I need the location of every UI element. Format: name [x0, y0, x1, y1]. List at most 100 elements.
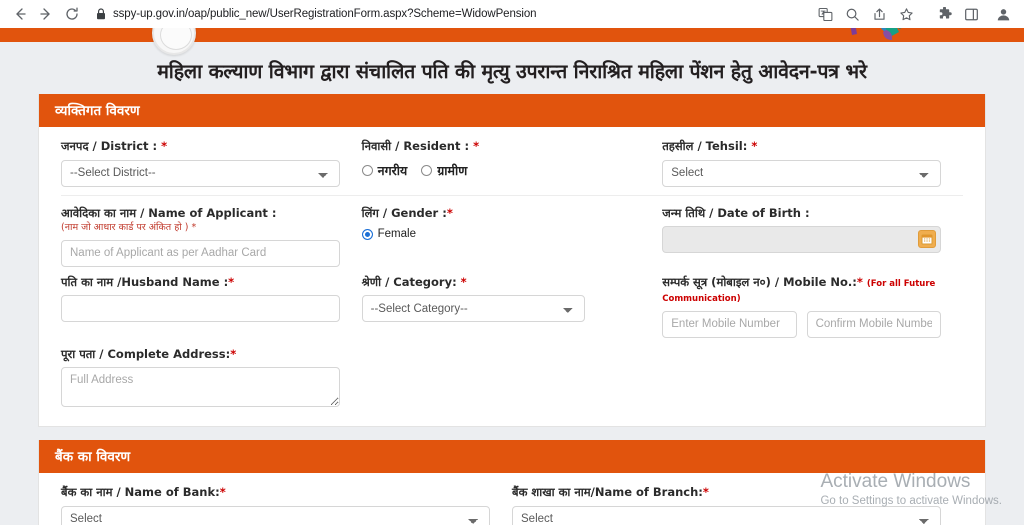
reload-button[interactable]: [60, 2, 84, 26]
address-label-text: पूरा पता / Complete Address:: [61, 346, 231, 361]
bank-row-1: बैंक का नाम / Name of Bank:* Select बैंक…: [61, 485, 963, 525]
resident-label: निवासी / Resident : *: [362, 139, 641, 155]
district-required-star: *: [161, 139, 168, 153]
translate-icon[interactable]: [812, 2, 838, 26]
browser-toolbar: sspy-up.gov.in/oap/public_new/UserRegist…: [0, 0, 1024, 28]
gender-option-female[interactable]: Female: [361, 228, 416, 241]
personal-row-2: आवेदिका का नाम / Name of Applicant : (ना…: [61, 206, 963, 267]
personal-divider: [61, 194, 963, 196]
sidebar-panel-icon[interactable]: [958, 2, 984, 26]
profile-avatar-icon[interactable]: [990, 2, 1016, 26]
personal-details-card: व्यक्तिगत विवरण जनपद / District : * --Se…: [38, 94, 986, 428]
applicant-name-input[interactable]: [61, 239, 340, 267]
page-title: महिला कल्याण विभाग द्वारा संचालित पति की…: [157, 60, 867, 83]
calendar-icon[interactable]: [917, 230, 936, 249]
resident-rural-label: ग्रामीण: [437, 162, 468, 178]
category-required-star: *: [460, 274, 467, 289]
district-label: जनपद / District : *: [61, 139, 340, 155]
mobile-confirm-input[interactable]: [806, 310, 941, 338]
district-field: जनपद / District : * --Select District--: [61, 139, 362, 187]
resident-field: निवासी / Resident : * नगरीय ग्रामीण: [361, 139, 663, 187]
resident-option-rural[interactable]: ग्रामीण: [421, 162, 467, 179]
bank-name-required-star: *: [219, 485, 226, 500]
category-select[interactable]: --Select Category--: [361, 295, 585, 323]
gender-radio-group: Female: [361, 226, 641, 241]
branch-name-label: बैंक शाखा का नाम/Name of Branch:*: [512, 485, 941, 501]
gender-required-star: *: [446, 205, 453, 220]
mobile-field: सम्पर्क सूत्र (मोबाइल न०) / Mobile No.:*…: [662, 275, 963, 338]
site-top-strip: [0, 11, 1024, 55]
resident-label-text: निवासी / Resident :: [361, 139, 474, 153]
share-icon[interactable]: [866, 2, 892, 26]
bank-name-label: बैंक का नाम / Name of Bank:*: [61, 485, 490, 501]
tehsil-select[interactable]: Select: [662, 159, 941, 187]
mobile-input[interactable]: [662, 310, 797, 338]
address-textarea[interactable]: [61, 367, 340, 408]
radio-urban-icon[interactable]: [361, 164, 373, 176]
dob-field: जन्म तिथि / Date of Birth :: [662, 206, 963, 267]
form-page: महिला कल्याण विभाग द्वारा संचालित पति की…: [0, 42, 1024, 525]
bank-name-field: बैंक का नाम / Name of Bank:* Select: [61, 485, 512, 525]
husband-name-label-text: पति का नाम /Husband Name :: [61, 274, 229, 289]
bank-details-header: बैंक का विवरण: [39, 440, 985, 474]
personal-row-4: पूरा पता / Complete Address:*: [61, 347, 963, 413]
applicant-name-field: आवेदिका का नाम / Name of Applicant : (ना…: [61, 206, 362, 267]
gender-label-text: लिंग / Gender :: [361, 205, 447, 220]
bookmark-star-icon[interactable]: [893, 2, 919, 26]
mobile-required-star: *: [856, 274, 863, 289]
applicant-name-label-text: आवेदिका का नाम / Name of Applicant :: [61, 205, 277, 220]
husband-name-field: पति का नाम /Husband Name :*: [61, 275, 362, 338]
zoom-icon[interactable]: [839, 2, 865, 26]
branch-name-select[interactable]: Select: [512, 505, 941, 525]
puzzle-extensions-icon[interactable]: [931, 2, 957, 26]
gender-label: लिंग / Gender :*: [362, 206, 641, 222]
back-button[interactable]: [8, 2, 32, 26]
mobile-label-text: सम्पर्क सूत्र (मोबाइल न०) / Mobile No.:: [662, 274, 857, 289]
branch-name-field: बैंक शाखा का नाम/Name of Branch:* Select: [512, 485, 963, 525]
address-required-star: *: [230, 346, 237, 361]
address-label: पूरा पता / Complete Address:*: [61, 347, 340, 363]
category-field: श्रेणी / Category: * --Select Category--: [361, 275, 663, 338]
lock-icon: [96, 8, 106, 20]
tehsil-label: तहसील / Tehsil: *: [662, 139, 941, 155]
address-spacer-right: [662, 347, 963, 413]
mobile-input-pair: [662, 310, 941, 338]
district-select[interactable]: --Select District--: [61, 159, 340, 187]
applicant-name-sub-note: (नाम जो आधार कार्ड पर अंकित हो ) *: [61, 222, 197, 234]
radio-female-icon[interactable]: [361, 228, 373, 240]
address-field: पूरा पता / Complete Address:*: [61, 347, 362, 413]
mobile-label: सम्पर्क सूत्र (मोबाइल न०) / Mobile No.:*…: [662, 275, 941, 306]
gender-female-label: Female: [377, 228, 416, 241]
applicant-name-label: आवेदिका का नाम / Name of Applicant : (ना…: [61, 206, 340, 235]
husband-name-label: पति का नाम /Husband Name :*: [61, 275, 340, 291]
forward-button[interactable]: [34, 2, 58, 26]
bank-name-select[interactable]: Select: [61, 505, 490, 525]
tehsil-required-star: *: [751, 139, 758, 153]
dob-label: जन्म तिथि / Date of Birth :: [662, 205, 810, 220]
tehsil-label-text: तहसील / Tehsil:: [662, 139, 752, 153]
address-spacer-mid: [362, 347, 663, 413]
bank-details-card: बैंक का विवरण बैंक का नाम / Name of Bank…: [38, 440, 986, 525]
dob-input[interactable]: [662, 226, 941, 254]
personal-row-3: पति का नाम /Husband Name :* श्रेणी / Cat…: [61, 275, 963, 338]
resident-option-urban[interactable]: नगरीय: [361, 162, 408, 179]
category-label: श्रेणी / Category: *: [362, 275, 641, 291]
gender-field: लिंग / Gender :* Female: [361, 206, 663, 267]
category-label-text: श्रेणी / Category:: [361, 274, 461, 289]
personal-details-header: व्यक्तिगत विवरण: [39, 94, 985, 127]
bank-name-label-text: बैंक का नाम / Name of Bank:: [61, 485, 220, 500]
radio-rural-icon[interactable]: [421, 164, 433, 176]
branch-name-label-text: बैंक शाखा का नाम/Name of Branch:: [512, 485, 703, 500]
husband-name-input[interactable]: [61, 295, 340, 323]
branch-name-required-star: *: [702, 485, 709, 500]
resident-radio-group: नगरीय ग्रामीण: [361, 160, 641, 179]
husband-name-required-star: *: [228, 274, 235, 289]
tehsil-field: तहसील / Tehsil: * Select: [662, 139, 963, 187]
resident-urban-label: नगरीय: [377, 162, 408, 178]
district-label-text: जनपद / District :: [61, 139, 162, 153]
address-bar[interactable]: sspy-up.gov.in/oap/public_new/UserRegist…: [90, 4, 804, 24]
resident-required-star: *: [473, 139, 480, 153]
url-text: sspy-up.gov.in/oap/public_new/UserRegist…: [113, 8, 537, 20]
browser-action-icons: [812, 2, 1016, 26]
personal-row-1: जनपद / District : * --Select District-- …: [61, 139, 963, 187]
